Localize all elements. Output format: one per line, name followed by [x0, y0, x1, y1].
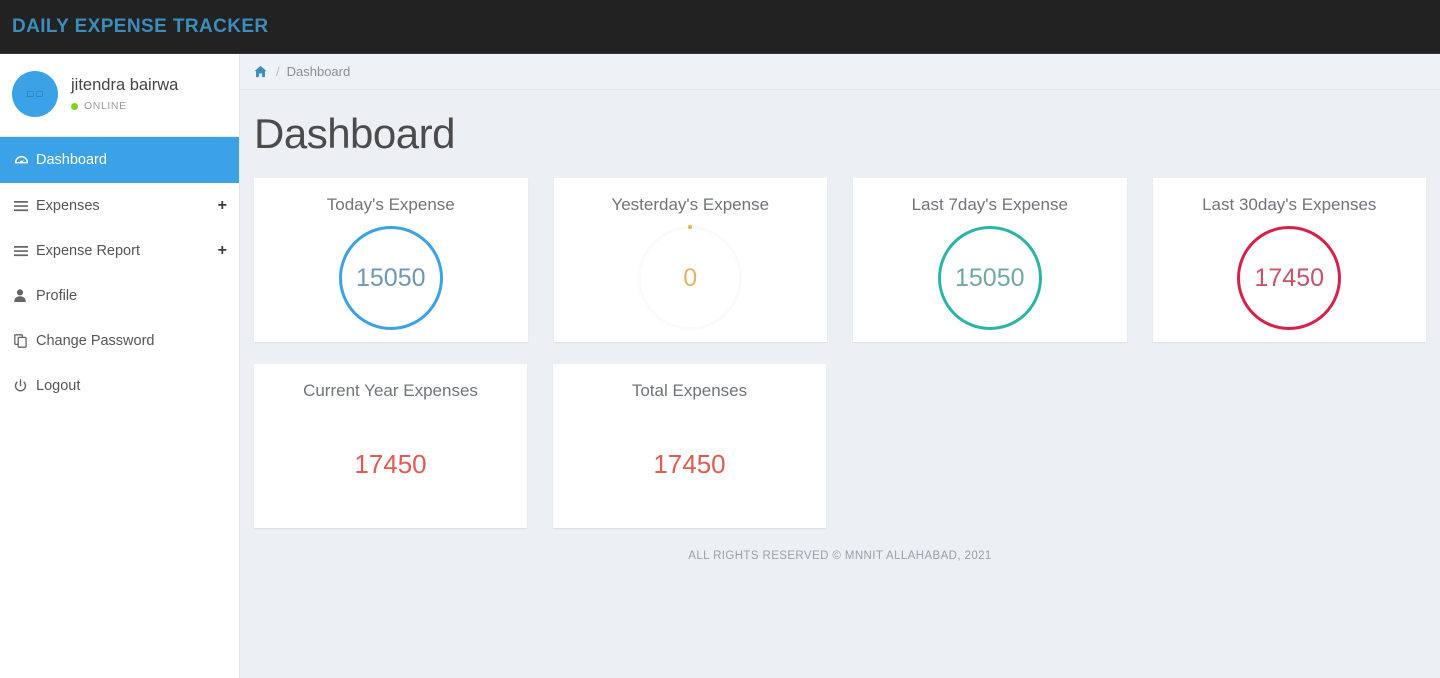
sidebar-item-profile[interactable]: Profile [0, 273, 239, 318]
stat-card-yesterdays-expense[interactable]: Yesterday's Expense 0 [553, 178, 828, 343]
stat-card-value: 15050 [954, 263, 1025, 292]
footer-copyright: ALL RIGHTS RESERVED © MNNIT ALLAHABAD, 2… [688, 550, 992, 563]
ring-wrap: 15050 [853, 224, 1127, 332]
user-status-label: ONLINE [84, 100, 127, 113]
stat-card-current-year-expenses[interactable]: Current Year Expenses 17450 [254, 364, 527, 529]
stat-card-title: Last 7day's Expense [911, 195, 1068, 215]
stat-card-last-7-days-expense[interactable]: Last 7day's Expense 15050 [853, 178, 1127, 343]
stat-card-value: 17450 [354, 449, 427, 480]
user-name: jitendra bairwa [71, 75, 179, 94]
user-panel[interactable]: ▢ ▢ jitendra bairwa ONLINE [0, 54, 239, 137]
stat-card-row-2: Current Year Expenses 17450 Total Expens… [254, 364, 1426, 529]
cards-area: Today's Expense 15050 Yesterday's Expens… [240, 156, 1440, 562]
online-status-dot-icon [71, 102, 78, 110]
user-meta: jitendra bairwa ONLINE [58, 76, 178, 112]
sidebar-item-label: Expense Report [36, 242, 140, 259]
stat-card-title: Total Expenses [631, 381, 748, 401]
ring-wrap: 17450 [1153, 224, 1427, 332]
sidebar-item-expense-report[interactable]: Expense Report + [0, 228, 239, 273]
stat-card-title: Last 30day's Expenses [1202, 195, 1377, 215]
avatar: ▢ ▢ [12, 71, 58, 117]
bars-icon [14, 245, 36, 257]
sidebar-item-logout[interactable]: Logout [0, 363, 239, 408]
page-shell: ▢ ▢ jitendra bairwa ONLINE Dashboard Exp… [0, 54, 1440, 678]
stat-card-todays-expense[interactable]: Today's Expense 15050 [254, 178, 528, 343]
progress-ring: 15050 [937, 226, 1042, 331]
page-title: Dashboard [254, 110, 455, 157]
user-icon [14, 289, 36, 302]
broken-image-icon: ▢ ▢ [26, 89, 44, 98]
row-spacer [852, 364, 1126, 528]
row-spacer [1152, 364, 1426, 528]
sidebar-item-change-password[interactable]: Change Password [0, 318, 239, 363]
stat-card-value: 17450 [653, 449, 726, 480]
stat-card-value: 15050 [355, 263, 426, 292]
breadcrumb: / Dashboard [240, 54, 1440, 90]
stat-card-value: 17450 [1254, 263, 1325, 292]
home-icon[interactable] [254, 65, 267, 78]
stat-card-last-30-days-expenses[interactable]: Last 30day's Expenses 17450 [1152, 178, 1427, 343]
breadcrumb-separator: / [276, 64, 280, 79]
user-status: ONLINE [71, 100, 178, 112]
stat-card-title: Today's Expense [326, 195, 455, 215]
ring-wrap: 0 [554, 224, 828, 332]
copy-icon [14, 333, 36, 348]
bars-icon [14, 200, 36, 212]
expand-plus-icon[interactable]: + [218, 197, 227, 214]
stat-card-value: 0 [683, 263, 698, 292]
power-off-icon [14, 378, 36, 393]
sidebar-item-label: Change Password [36, 332, 155, 349]
top-header-bar: DAILY EXPENSE TRACKER [0, 0, 1440, 54]
app-brand-title[interactable]: DAILY EXPENSE TRACKER [12, 16, 269, 38]
sidebar-menu: Dashboard Expenses + Expense Report + Pr… [0, 137, 239, 408]
sidebar-item-label: Dashboard [36, 152, 107, 168]
sidebar-item-expenses[interactable]: Expenses + [0, 183, 239, 228]
main-content: / Dashboard Dashboard Today's Expense 15… [240, 54, 1440, 678]
progress-ring: 15050 [338, 226, 443, 331]
stat-card-title: Current Year Expenses [303, 381, 478, 401]
stat-card-total-expenses[interactable]: Total Expenses 17450 [553, 364, 826, 529]
dashboard-icon [14, 153, 36, 168]
sidebar-item-dashboard[interactable]: Dashboard [0, 137, 239, 183]
breadcrumb-current: Dashboard [286, 64, 351, 79]
sidebar-item-label: Expenses [36, 197, 100, 214]
sidebar: ▢ ▢ jitendra bairwa ONLINE Dashboard Exp… [0, 54, 240, 678]
progress-ring: 0 [638, 225, 743, 331]
stat-card-title: Yesterday's Expense [611, 195, 770, 215]
sidebar-item-label: Logout [36, 377, 81, 394]
expand-plus-icon[interactable]: + [218, 242, 227, 259]
progress-ring: 17450 [1237, 226, 1342, 331]
ring-wrap: 15050 [254, 224, 528, 332]
stat-card-row-1: Today's Expense 15050 Yesterday's Expens… [254, 178, 1427, 343]
sidebar-item-label: Profile [36, 287, 78, 304]
progress-start-tick-icon [688, 225, 693, 230]
